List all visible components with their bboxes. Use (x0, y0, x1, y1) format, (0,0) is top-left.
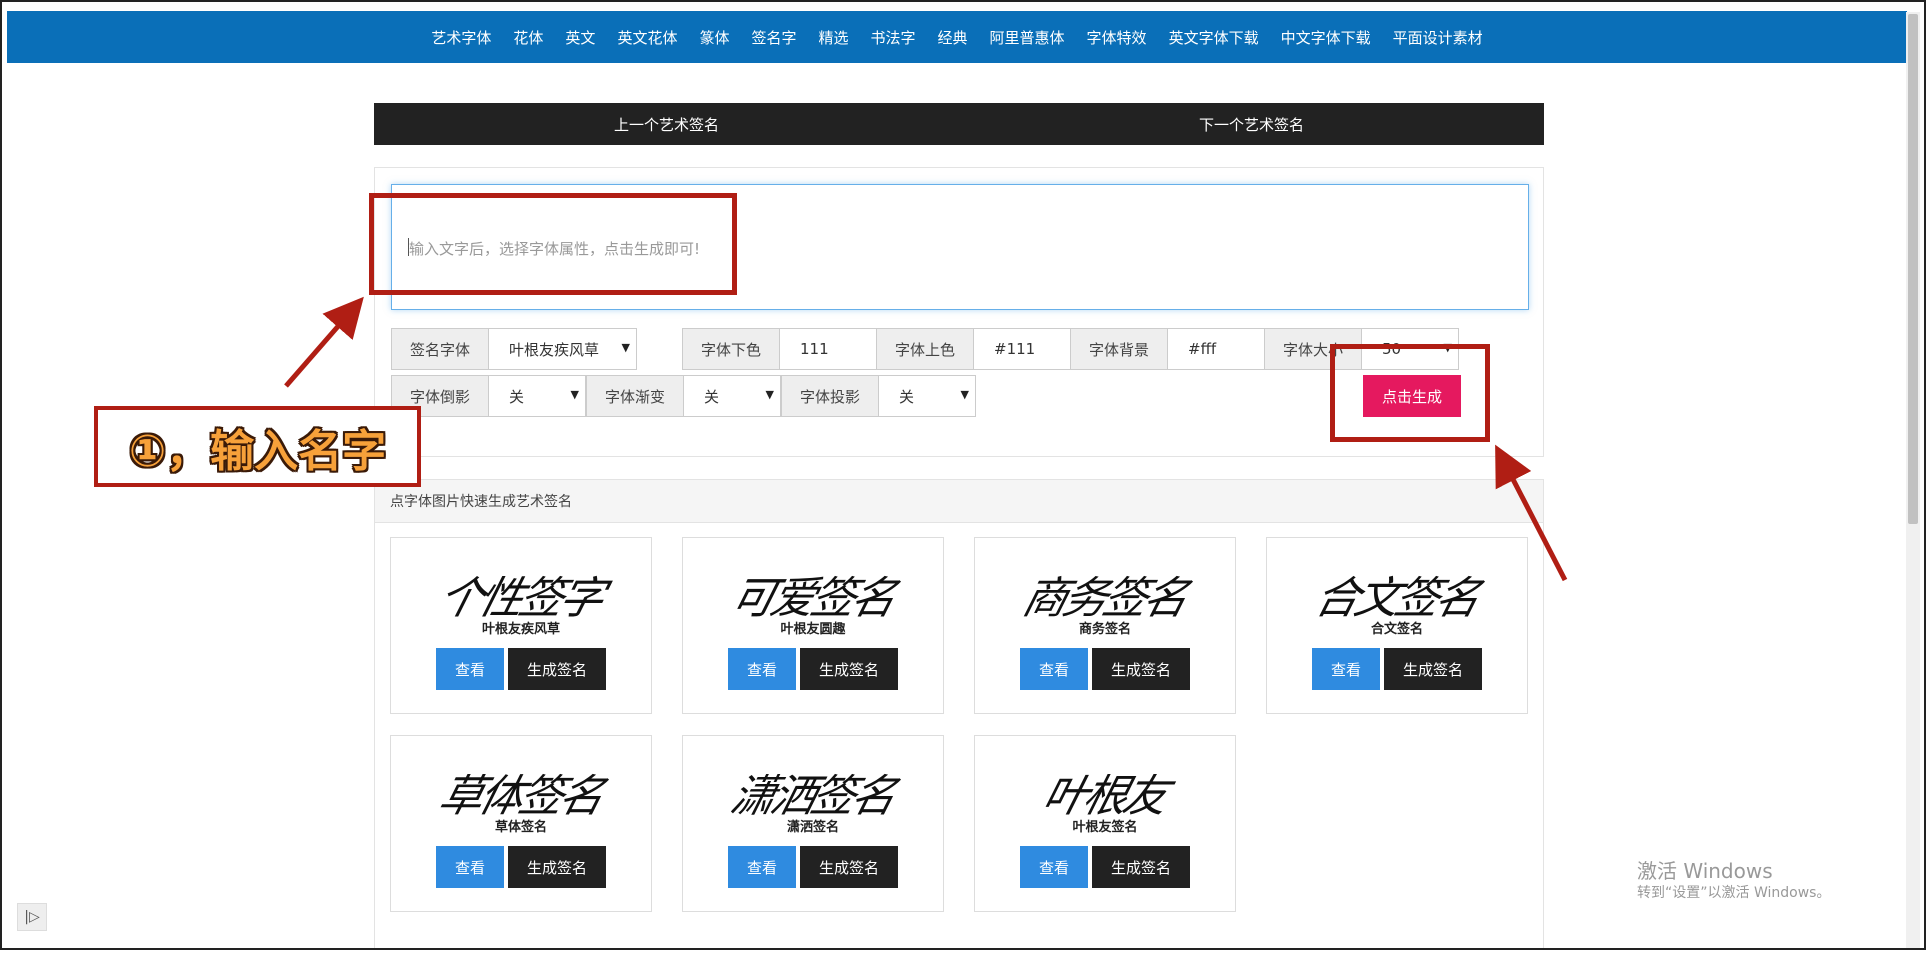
top-color-input[interactable]: #111 (974, 328, 1071, 370)
background-label: 字体背景 (1070, 328, 1168, 370)
signature-card-name: 潇洒签名 (786, 820, 839, 835)
view-button[interactable]: 查看 (1312, 648, 1380, 690)
view-button[interactable]: 查看 (728, 846, 796, 888)
nav-item-english-font-download[interactable]: 英文字体下载 (1169, 27, 1259, 48)
nav-item-featured[interactable]: 精选 (818, 27, 848, 48)
background-color-group: 字体背景 #fff (1070, 328, 1265, 370)
generate-signature-button[interactable]: 生成签名 (1092, 648, 1190, 690)
font-label: 签名字体 (391, 328, 489, 370)
signature-preview[interactable]: 商务签名 (967, 562, 1243, 626)
signature-gallery: 点字体图片快速生成艺术签名 个性签字 叶根友疾风草 查看 生成签名 可爱签名 叶… (374, 479, 1544, 948)
bottom-color-group: 字体下色 111 (682, 328, 877, 370)
view-button[interactable]: 查看 (728, 648, 796, 690)
signature-card-name: 合文签名 (1370, 622, 1423, 637)
dropdown-arrow-icon: ▼ (570, 388, 579, 401)
shadow-select[interactable]: 关 ▼ (879, 375, 976, 417)
generate-signature-button[interactable]: 生成签名 (508, 846, 606, 888)
signature-card[interactable]: 草体签名 草体签名 查看 生成签名 (390, 735, 652, 912)
generate-highlight-box (1330, 344, 1490, 442)
nav-item-classic[interactable]: 经典 (938, 27, 968, 48)
activation-watermark-subtitle: 转到“设置”以激活 Windows。 (1637, 885, 1831, 901)
signature-card-name: 叶根友签名 (1072, 820, 1138, 835)
nav-item-design-assets[interactable]: 平面设计素材 (1393, 27, 1483, 48)
signature-card[interactable]: 叶根友 叶根友签名 查看 生成签名 (974, 735, 1236, 912)
gradient-select[interactable]: 关 ▼ (684, 375, 781, 417)
view-button[interactable]: 查看 (1020, 648, 1088, 690)
signature-card-name: 商务签名 (1078, 622, 1131, 637)
nav-item-art-font[interactable]: 艺术字体 (431, 27, 491, 48)
shadow-value: 关 (899, 387, 915, 406)
nav-item-font-effects[interactable]: 字体特效 (1087, 27, 1147, 48)
nav-item-fancy[interactable]: 花体 (513, 27, 543, 48)
scrollbar-thumb[interactable] (1908, 14, 1918, 524)
signature-card-name: 叶根友圆趣 (780, 622, 846, 637)
browser-viewport: 艺术字体 花体 英文 英文花体 篆体 签名字 精选 书法字 经典 阿里普惠体 字… (0, 0, 1926, 950)
prev-next-bar: 上一个艺术签名 下一个艺术签名 (374, 103, 1544, 145)
gradient-value: 关 (704, 387, 720, 406)
dropdown-arrow-icon: ▼ (765, 388, 774, 401)
font-select[interactable]: 叶根友疾风草 ▼ (489, 328, 637, 370)
gradient-label: 字体渐变 (586, 375, 684, 417)
generate-signature-button[interactable]: 生成签名 (800, 846, 898, 888)
gallery-heading: 点字体图片快速生成艺术签名 (375, 480, 1543, 523)
signature-card-name: 草体签名 (494, 820, 547, 835)
top-color-label: 字体上色 (876, 328, 974, 370)
next-signature-link[interactable]: 下一个艺术签名 (959, 103, 1544, 145)
signature-preview[interactable]: 合文签名 (1259, 562, 1535, 626)
view-button[interactable]: 查看 (436, 648, 504, 690)
signature-card[interactable]: 商务签名 商务签名 查看 生成签名 (974, 537, 1236, 714)
font-select-value: 叶根友疾风草 (509, 340, 600, 359)
top-nav: 艺术字体 花体 英文 英文花体 篆体 签名字 精选 书法字 经典 阿里普惠体 字… (7, 11, 1907, 63)
reflection-select[interactable]: 关 ▼ (489, 375, 586, 417)
signature-card[interactable]: 潇洒签名 潇洒签名 查看 生成签名 (682, 735, 944, 912)
dropdown-arrow-icon: ▼ (621, 341, 630, 354)
bottom-color-label: 字体下色 (682, 328, 780, 370)
instruction-callout: ①，输入名字 (94, 406, 421, 487)
signature-card[interactable]: 个性签字 叶根友疾风草 查看 生成签名 (390, 537, 652, 714)
background-color-input[interactable]: #fff (1168, 328, 1265, 370)
font-select-group: 签名字体 叶根友疾风草 ▼ (391, 328, 637, 370)
nav-item-chinese-font-download[interactable]: 中文字体下载 (1281, 27, 1371, 48)
generate-signature-button[interactable]: 生成签名 (1384, 648, 1482, 690)
view-button[interactable]: 查看 (436, 846, 504, 888)
shadow-group: 字体投影 关 ▼ (781, 375, 976, 417)
prev-signature-link[interactable]: 上一个艺术签名 (374, 103, 959, 145)
sidebar-toggle-icon[interactable]: |▷ (17, 903, 47, 931)
arrow-to-input (284, 296, 364, 388)
generate-signature-button[interactable]: 生成签名 (508, 648, 606, 690)
view-button[interactable]: 查看 (1020, 846, 1088, 888)
signature-preview[interactable]: 潇洒签名 (675, 760, 951, 824)
shadow-label: 字体投影 (781, 375, 879, 417)
input-highlight-box (369, 193, 737, 295)
nav-item-seal[interactable]: 篆体 (699, 27, 729, 48)
signature-preview[interactable]: 个性签字 (383, 562, 659, 626)
signature-card[interactable]: 可爱签名 叶根友圆趣 查看 生成签名 (682, 537, 944, 714)
dropdown-arrow-icon: ▼ (960, 388, 969, 401)
signature-preview[interactable]: 草体签名 (383, 760, 659, 824)
nav-item-english-fancy[interactable]: 英文花体 (617, 27, 677, 48)
signature-preview[interactable]: 可爱签名 (675, 562, 951, 626)
nav-item-alibaba-puhui[interactable]: 阿里普惠体 (990, 27, 1065, 48)
bottom-color-input[interactable]: 111 (780, 328, 877, 370)
signature-card[interactable]: 合文签名 合文签名 查看 生成签名 (1266, 537, 1528, 714)
nav-item-calligraphy[interactable]: 书法字 (871, 27, 916, 48)
gradient-group: 字体渐变 关 ▼ (586, 375, 781, 417)
signature-preview[interactable]: 叶根友 (967, 760, 1243, 824)
generate-signature-button[interactable]: 生成签名 (800, 648, 898, 690)
activation-watermark-title: 激活 Windows (1637, 859, 1773, 883)
signature-card-name: 叶根友疾风草 (481, 622, 560, 637)
reflection-value: 关 (509, 387, 525, 406)
top-color-group: 字体上色 #111 (876, 328, 1071, 370)
generate-signature-button[interactable]: 生成签名 (1092, 846, 1190, 888)
nav-item-english[interactable]: 英文 (565, 27, 595, 48)
nav-item-signature[interactable]: 签名字 (751, 27, 796, 48)
